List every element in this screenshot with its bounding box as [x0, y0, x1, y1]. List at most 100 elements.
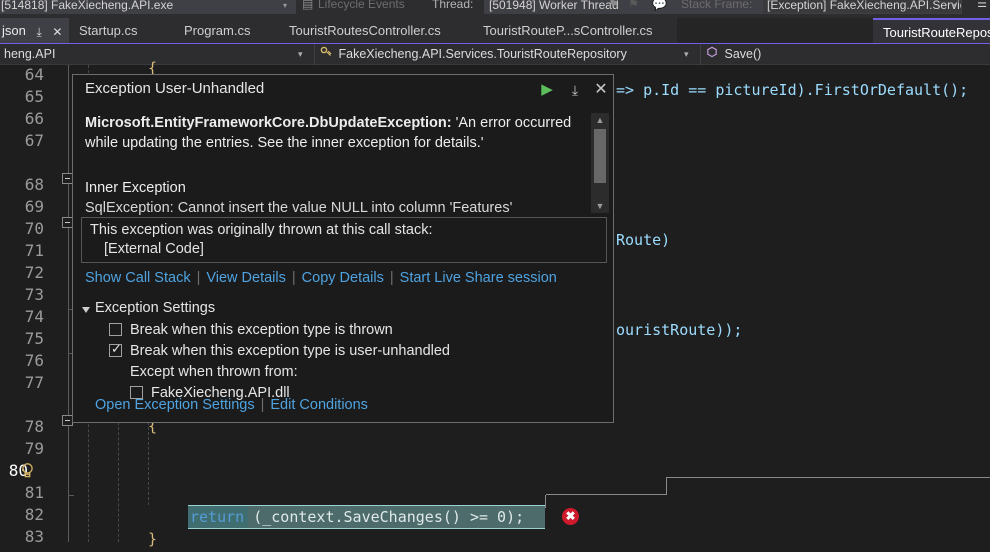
- continue-execution-button[interactable]: ▶: [535, 79, 559, 101]
- tab-tourist-route-pictures-controller[interactable]: TouristRouteP...sController.cs: [473, 18, 677, 44]
- code-line-72: ouristRoute));: [616, 321, 743, 339]
- expander-triangle-icon[interactable]: [82, 307, 90, 313]
- exception-type: Microsoft.EntityFrameworkCore.DbUpdateEx…: [85, 115, 452, 131]
- view-details-link[interactable]: View Details: [206, 270, 286, 286]
- callout-connector: [666, 477, 667, 495]
- tab-program-cs[interactable]: Program.cs: [174, 18, 279, 44]
- tab-close-icon[interactable]: ✕: [52, 19, 62, 45]
- type-dropdown-label: FakeXiecheng.API.Services.TouristRouteRe…: [338, 47, 627, 61]
- line-number: 67: [24, 131, 44, 150]
- callout-connector: [545, 495, 546, 508]
- lifecycle-events-label[interactable]: Lifecycle Events: [318, 0, 405, 14]
- tab-tourist-routes-controller[interactable]: TouristRoutesController.cs: [279, 18, 473, 44]
- tab-pin-icon[interactable]: ⤓: [36, 19, 41, 45]
- open-exception-settings-link[interactable]: Open Exception Settings: [95, 397, 255, 413]
- pin-button[interactable]: ⤓: [563, 79, 587, 101]
- line-number: 65: [24, 87, 44, 106]
- flag-icon[interactable]: ⚑: [608, 0, 619, 13]
- exception-settings-heading: Exception Settings: [95, 300, 216, 316]
- tab-startup-cs-label: Startup.cs: [79, 23, 138, 38]
- member-dropdown-label: Save(): [724, 47, 762, 61]
- tab-json[interactable]: json ⤓ ✕: [0, 18, 69, 44]
- lifecycle-events-icon[interactable]: ▤: [302, 0, 313, 13]
- line-number: 78: [24, 417, 44, 436]
- line-number: 64: [24, 65, 44, 84]
- edit-conditions-link[interactable]: Edit Conditions: [270, 397, 368, 413]
- exception-highlight-bottom-rule: [188, 528, 545, 529]
- code-line-80: return (_context.SaveChanges() >= 0);: [190, 508, 525, 526]
- link-separator: |: [196, 270, 201, 286]
- exception-message-scrollbar[interactable]: ▲ ▼: [591, 113, 609, 213]
- callstack-box: This exception was originally thrown at …: [81, 217, 607, 263]
- project-dropdown-label: heng.API: [4, 47, 56, 61]
- line-number: 70: [24, 219, 44, 238]
- exception-message: Microsoft.EntityFrameworkCore.DbUpdateEx…: [85, 113, 573, 153]
- code-line-81: }: [148, 530, 158, 548]
- line-number: 75: [24, 329, 44, 348]
- class-icon: [320, 44, 332, 65]
- project-dropdown-caret[interactable]: ▾: [298, 44, 303, 65]
- break-when-user-unhandled-label: Break when this exception type is user-u…: [130, 343, 450, 359]
- debug-toolbar: [514818] FakeXiecheng.API.exe ▾ Lifecycl…: [0, 0, 990, 18]
- type-dropdown[interactable]: FakeXiecheng.API.Services.TouristRouteRe…: [316, 44, 701, 65]
- scrollbar-thumb[interactable]: [594, 129, 606, 183]
- indent-guide: [118, 417, 119, 542]
- type-dropdown-caret[interactable]: ▾: [684, 44, 689, 65]
- line-number: 66: [24, 109, 44, 128]
- lightbulb-icon[interactable]: [19, 462, 35, 478]
- member-dropdown[interactable]: Save(): [702, 44, 990, 65]
- stack-frame-selector[interactable]: [Exception] FakeXiecheng.API.Services.T: [762, 0, 962, 14]
- scrollbar-down-icon[interactable]: ▼: [591, 199, 609, 213]
- line-number: 81: [24, 483, 44, 502]
- callstack-heading: This exception was originally thrown at …: [90, 222, 433, 238]
- thread-label: Thread:: [432, 0, 474, 11]
- tab-startup-cs[interactable]: Startup.cs: [69, 18, 174, 44]
- line-number: 69: [24, 197, 44, 216]
- exception-dialog-titlebar: Exception User-Unhandled ▶ ⤓ ✕: [73, 75, 615, 105]
- break-when-thrown-checkbox[interactable]: [109, 323, 122, 336]
- stack-frame-caret[interactable]: ▾: [952, 1, 956, 10]
- copy-details-link[interactable]: Copy Details: [302, 270, 384, 286]
- line-number: 76: [24, 351, 44, 370]
- tab-json-label: json: [2, 23, 26, 38]
- line-number: 74: [24, 307, 44, 326]
- break-when-thrown-row[interactable]: Break when this exception type is thrown: [109, 322, 393, 338]
- tab-program-cs-label: Program.cs: [184, 23, 251, 38]
- exception-helper-dialog[interactable]: Exception User-Unhandled ▶ ⤓ ✕ Microsoft…: [72, 74, 614, 423]
- exception-highlight-top-rule: [188, 505, 545, 506]
- line-number: 79: [24, 439, 44, 458]
- inner-exception-text: SqlException: Cannot insert the value NU…: [85, 200, 513, 216]
- break-when-user-unhandled-checkbox[interactable]: [109, 341, 122, 357]
- scrollbar-up-icon[interactable]: ▲: [591, 113, 609, 127]
- comment-icon[interactable]: 💬: [652, 0, 667, 13]
- code-line-68: Route): [616, 231, 671, 249]
- exception-action-links: Show Call Stack | View Details | Copy Detail…: [85, 270, 557, 286]
- stack-frame-label: Stack Frame:: [681, 0, 753, 11]
- editor-tab-bar: json ⤓ ✕ Startup.cs Program.cs TouristRo…: [0, 18, 990, 44]
- error-x-icon[interactable]: ✖: [562, 508, 579, 525]
- method-icon: [706, 44, 718, 65]
- editor-gutter: 64 65 66 67 68 69 70 71 72 73 74 75 76 7…: [0, 65, 58, 546]
- line-number: 83: [24, 527, 44, 546]
- toolbar-overflow-icon[interactable]: ⚌: [977, 0, 987, 12]
- callout-connector: [546, 494, 666, 495]
- show-call-stack-link[interactable]: Show Call Stack: [85, 270, 191, 286]
- start-live-share-link[interactable]: Start Live Share session: [400, 270, 557, 286]
- line-number: 68: [24, 175, 44, 194]
- callout-connector: [666, 477, 990, 478]
- process-selector[interactable]: [514818] FakeXiecheng.API.exe: [0, 0, 296, 14]
- exception-settings-links: Open Exception Settings | Edit Conditions: [95, 397, 368, 413]
- break-when-user-unhandled-row[interactable]: Break when this exception type is user-u…: [109, 341, 450, 359]
- inner-exception-heading: Inner Exception: [85, 180, 186, 196]
- close-button[interactable]: ✕: [589, 79, 613, 101]
- line-number: 71: [24, 241, 44, 260]
- flag-filled-icon[interactable]: ⚑: [628, 0, 639, 13]
- line-number: 82: [24, 505, 44, 524]
- tab-tourist-route-repository[interactable]: TouristRouteReposi: [873, 18, 990, 44]
- code-line-65: => p.Id == pictureId).FirstOrDefault();: [616, 81, 969, 99]
- project-dropdown[interactable]: heng.API: [0, 44, 315, 65]
- line-number: 73: [24, 285, 44, 304]
- process-selector-caret[interactable]: ▾: [283, 1, 287, 10]
- link-separator: |: [291, 270, 296, 286]
- tab-tourist-route-repository-label: TouristRouteReposi: [883, 25, 990, 40]
